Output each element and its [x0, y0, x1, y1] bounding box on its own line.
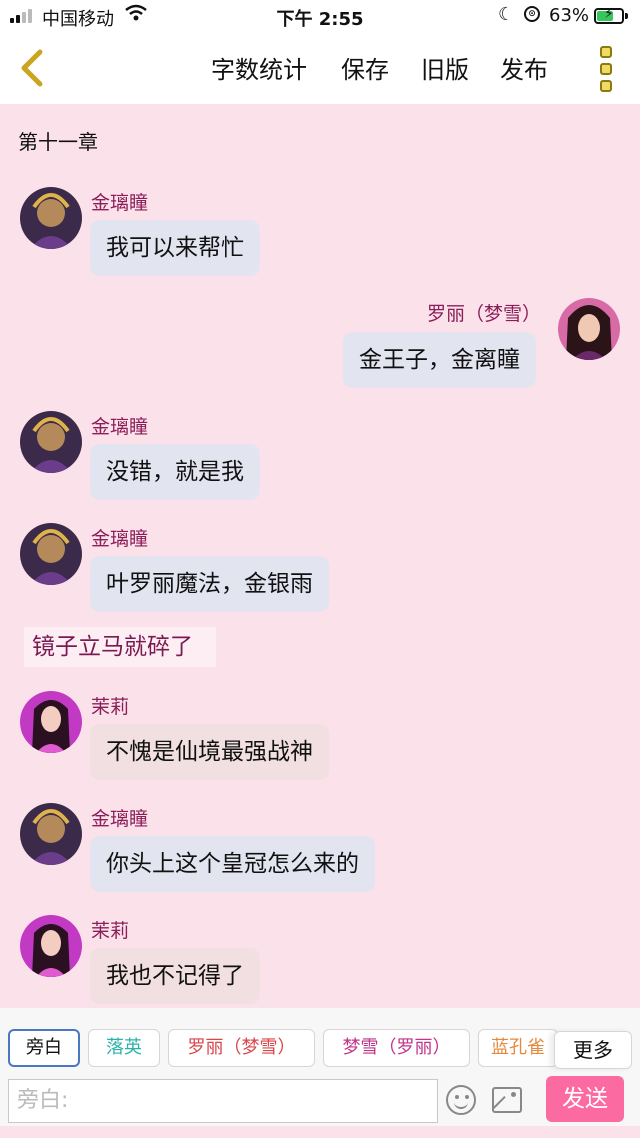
chevron-left-icon[interactable] — [14, 46, 54, 90]
message-bubble[interactable]: 我也不记得了 — [90, 948, 260, 1004]
emoji-icon[interactable] — [446, 1085, 476, 1115]
role-chip-luoying[interactable]: 落英 — [88, 1029, 160, 1067]
speaker-name: 罗丽（梦雪） — [427, 303, 542, 325]
message-bubble[interactable]: 不愧是仙境最强战神 — [90, 724, 329, 780]
speaker-name: 金璃瞳 — [91, 416, 149, 438]
role-chip-luoli-mengxue[interactable]: 罗丽（梦雪） — [168, 1029, 315, 1067]
role-chip-narrator[interactable]: 旁白 — [8, 1029, 80, 1067]
speaker-name: 金璃瞳 — [91, 192, 149, 214]
narration-text[interactable]: 镜子立马就碎了 — [24, 627, 216, 667]
speaker-name: 金璃瞳 — [91, 528, 149, 550]
message-bubble[interactable]: 你头上这个皇冠怎么来的 — [90, 836, 375, 892]
battery-tip — [625, 13, 628, 19]
old-version-button[interactable]: 旧版 — [421, 50, 469, 85]
avatar[interactable] — [20, 691, 82, 753]
message-bubble[interactable]: 我可以来帮忙 — [90, 220, 260, 276]
save-button[interactable]: 保存 — [341, 50, 389, 85]
role-chip-blue-peacock[interactable]: 蓝孔雀 — [478, 1029, 558, 1067]
avatar[interactable] — [20, 411, 82, 473]
more-roles-button[interactable]: 更多 — [554, 1031, 632, 1069]
battery-percent: 63% — [549, 5, 590, 26]
speaker-name: 茉莉 — [91, 696, 130, 718]
avatar[interactable] — [20, 523, 82, 585]
moon-icon: ☾ — [498, 4, 515, 25]
rotation-lock-icon: ⊙ — [524, 6, 540, 22]
avatar[interactable] — [558, 298, 620, 360]
speaker-name: 金璃瞳 — [91, 808, 149, 830]
top-nav: 字数统计 保存 旧版 发布 — [0, 32, 640, 104]
bottom-strip — [0, 1126, 640, 1138]
message-bubble[interactable]: 叶罗丽魔法，金银雨 — [90, 556, 329, 612]
avatar[interactable] — [20, 915, 82, 977]
clock: 下午 2:55 — [276, 9, 364, 30]
publish-button[interactable]: 发布 — [500, 50, 548, 85]
avatar[interactable] — [20, 187, 82, 249]
vertical-menu-icon[interactable] — [596, 46, 616, 92]
chapter-title: 第十一章 — [18, 130, 98, 154]
word-count-button[interactable]: 字数统计 — [211, 50, 307, 85]
role-chip-mengxue-luoli[interactable]: 梦雪（罗丽） — [323, 1029, 470, 1067]
message-bubble[interactable]: 金王子，金离瞳 — [343, 332, 536, 388]
image-icon[interactable] — [492, 1087, 522, 1113]
send-button[interactable]: 发送 — [546, 1076, 624, 1122]
status-bar: 中国移动 下午 2:55 ☾ ⊙ 63% ⚡ — [0, 0, 640, 32]
avatar[interactable] — [20, 803, 82, 865]
message-bubble[interactable]: 没错，就是我 — [90, 444, 260, 500]
speaker-name: 茉莉 — [91, 920, 130, 942]
battery-charging-icon: ⚡ — [594, 6, 624, 24]
role-selector: 旁白 落英 罗丽（梦雪） 梦雪（罗丽） 蓝孔雀 — [0, 1008, 640, 1072]
message-input[interactable]: 旁白: — [8, 1079, 438, 1123]
